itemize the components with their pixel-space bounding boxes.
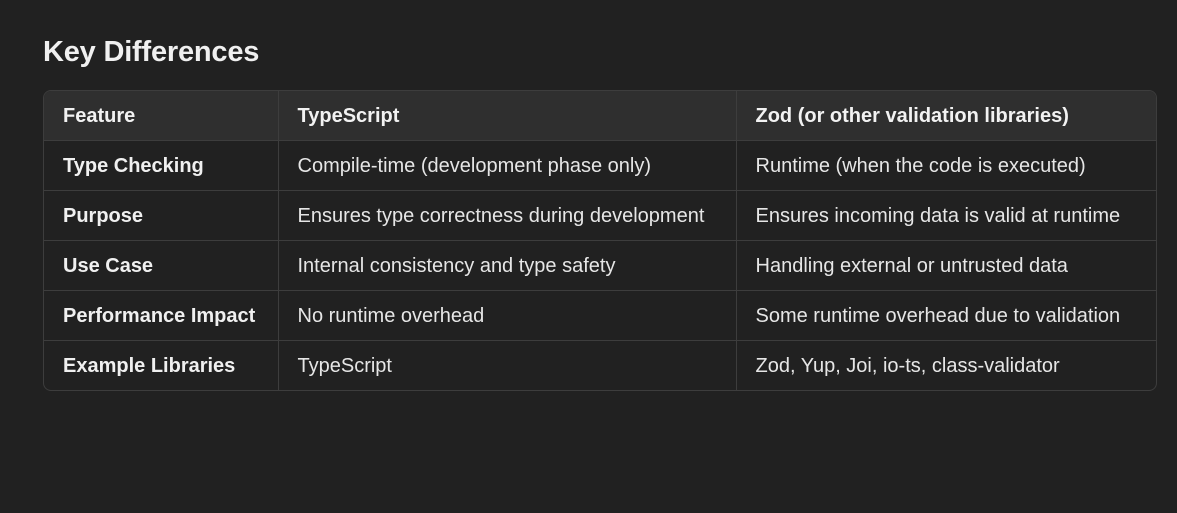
table-row: Example Libraries TypeScript Zod, Yup, J… (44, 340, 1156, 390)
zod-cell: Some runtime overhead due to validation (736, 290, 1156, 341)
typescript-cell: Compile-time (development phase only) (278, 140, 737, 191)
header-zod: Zod (or other validation libraries) (736, 91, 1156, 141)
section-heading: Key Differences (43, 36, 260, 68)
table-row: Use Case Internal consistency and type s… (44, 240, 1156, 291)
typescript-cell: Internal consistency and type safety (278, 240, 737, 291)
feature-cell: Example Libraries (44, 340, 279, 390)
comparison-table: Feature TypeScript Zod (or other validat… (44, 91, 1156, 390)
typescript-cell: TypeScript (278, 340, 737, 390)
comparison-table-container: Feature TypeScript Zod (or other validat… (43, 90, 1157, 391)
table-row: Purpose Ensures type correctness during … (44, 190, 1156, 241)
feature-cell: Use Case (44, 240, 279, 291)
zod-cell: Ensures incoming data is valid at runtim… (736, 190, 1156, 241)
feature-cell: Purpose (44, 190, 279, 241)
zod-cell: Zod, Yup, Joi, io-ts, class-validator (755, 355, 1060, 377)
chat-message-content: Key Differences Feature TypeScript Zod (… (0, 0, 1177, 513)
zod-cell: Runtime (when the code is executed) (736, 140, 1156, 191)
table-header-row: Feature TypeScript Zod (or other validat… (44, 91, 1156, 141)
feature-cell: Type Checking (44, 140, 279, 191)
table-row: Performance Impact No runtime overhead S… (44, 290, 1156, 341)
zod-cell: Handling external or untrusted data (736, 240, 1156, 291)
typescript-cell: Ensures type correctness during developm… (278, 190, 737, 241)
header-typescript: TypeScript (278, 91, 737, 141)
table-row: Type Checking Compile-time (development … (44, 140, 1156, 191)
next-section-heading-clipped (43, 500, 243, 513)
header-feature: Feature (44, 91, 279, 141)
typescript-cell: No runtime overhead (278, 290, 737, 341)
feature-cell: Performance Impact (44, 290, 279, 341)
